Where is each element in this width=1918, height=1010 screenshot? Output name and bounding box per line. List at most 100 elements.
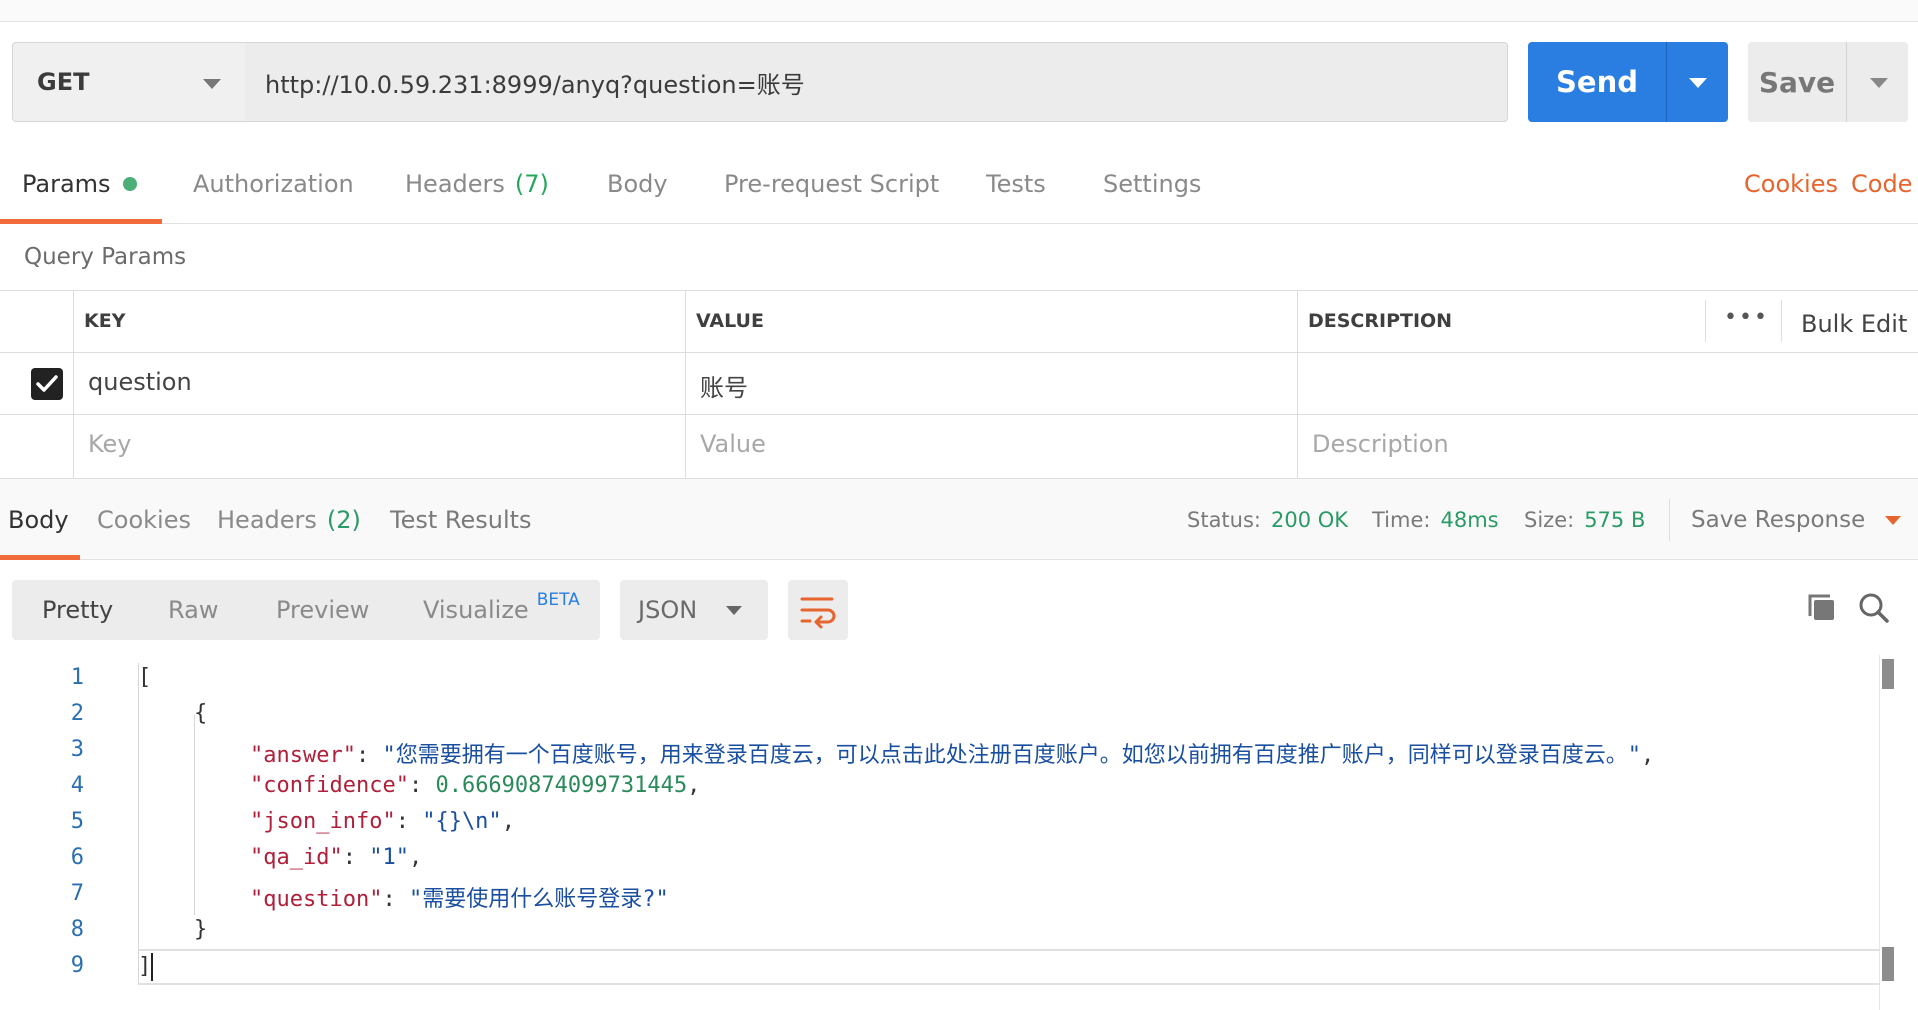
params-active-dot-icon <box>122 177 137 191</box>
tab-tests[interactable]: Tests <box>986 144 1046 224</box>
tab-pre-request-script[interactable]: Pre-request Script <box>724 144 939 224</box>
tab-headers-count: (7) <box>514 170 549 198</box>
editor-scrollbar-thumb[interactable] <box>1882 659 1894 689</box>
table-border-top <box>0 290 1918 291</box>
editor-scrollbar-thumb[interactable] <box>1882 947 1894 981</box>
active-tab-underline <box>0 219 162 224</box>
status-value: 200 OK <box>1271 508 1349 532</box>
response-headers-count: (2) <box>326 506 361 534</box>
query-params-title: Query Params <box>24 244 187 270</box>
code-line: { <box>194 701 207 726</box>
code-link[interactable]: Code <box>1851 144 1912 224</box>
method-select[interactable]: GET <box>12 42 246 122</box>
json-open-bracket: [ <box>138 665 152 690</box>
tab-settings[interactable]: Settings <box>1103 144 1201 224</box>
table-col-divider <box>1705 300 1706 342</box>
request-tabs: Params Authorization Headers (7) Body Pre… <box>0 144 1918 224</box>
new-description-input[interactable]: Description <box>1312 430 1449 458</box>
tab-settings-label: Settings <box>1103 170 1202 198</box>
line-number: 4 <box>70 773 84 798</box>
response-bar: Body Cookies Headers (2) Test Results Sta… <box>0 478 1918 560</box>
copy-button[interactable] <box>1804 590 1840 626</box>
json-string-value: "需要使用什么账号登录?" <box>408 887 669 912</box>
chevron-down-icon <box>1689 78 1707 88</box>
table-row-divider <box>0 414 1918 415</box>
save-label: Save <box>1758 65 1836 99</box>
window-top-strip <box>0 0 1918 22</box>
code-line: "confidence": 0.66690874099731445, <box>250 773 701 798</box>
wrap-lines-button[interactable] <box>788 580 848 640</box>
json-close-bracket: ] <box>138 954 152 979</box>
size-label: Size: <box>1524 508 1575 532</box>
text-cursor <box>151 953 154 981</box>
json-string-value: "1" <box>369 845 409 870</box>
code-line: [ <box>138 665 151 690</box>
json-open-brace: { <box>194 701 208 726</box>
current-line-highlight <box>138 949 1880 985</box>
view-visualize-button[interactable]: Visualize BETA <box>423 580 580 640</box>
response-tab-test-results[interactable]: Test Results <box>390 479 532 561</box>
param-enabled-checkbox[interactable] <box>31 368 63 400</box>
chevron-down-icon <box>1870 78 1888 88</box>
method-label: GET <box>37 68 90 96</box>
copy-icon <box>1808 594 1834 620</box>
save-button[interactable]: Save <box>1748 42 1908 122</box>
json-close-brace: } <box>194 917 208 942</box>
response-active-underline <box>0 555 80 560</box>
checkmark-icon <box>36 375 58 392</box>
response-tab-body[interactable]: Body <box>8 479 69 561</box>
json-key: "qa_id" <box>250 845 343 870</box>
time-readout: Time: 48ms <box>1372 479 1499 561</box>
send-dropdown[interactable] <box>1667 42 1728 122</box>
visualize-label: Visualize <box>423 596 529 624</box>
new-value-input[interactable]: Value <box>700 430 766 458</box>
param-key-cell[interactable]: question <box>88 368 192 396</box>
format-select[interactable]: JSON <box>620 580 768 640</box>
view-raw-button[interactable]: Raw <box>168 580 218 640</box>
format-label: JSON <box>638 596 698 624</box>
line-number: 8 <box>70 917 84 942</box>
tab-body[interactable]: Body <box>607 144 668 224</box>
json-string-value: "您需要拥有一个百度账号，用来登录百度云，可以点击此处注册百度账户。如您以前拥有… <box>382 743 1641 768</box>
chevron-down-icon <box>726 606 742 615</box>
search-button[interactable] <box>1856 590 1892 626</box>
code-line: "json_info": "{}\n", <box>250 809 515 834</box>
tab-params[interactable]: Params <box>22 144 137 224</box>
line-number: 5 <box>70 809 84 834</box>
params-table: KEY VALUE DESCRIPTION ••• Bulk Edit ques… <box>0 290 1918 478</box>
json-key: "confidence" <box>250 773 409 798</box>
url-input[interactable]: http://10.0.59.231:8999/anyq?question=账号 <box>245 42 1508 122</box>
save-divider <box>1846 42 1847 122</box>
more-options-icon[interactable]: ••• <box>1724 305 1769 330</box>
view-mode-group: Pretty Raw Preview Visualize BETA <box>12 580 600 640</box>
tab-authorization[interactable]: Authorization <box>193 144 354 224</box>
send-label: Send <box>1556 65 1638 99</box>
new-key-input[interactable]: Key <box>88 430 132 458</box>
status-label: Status: <box>1187 508 1261 532</box>
response-tab-cookies-label: Cookies <box>97 506 191 534</box>
bulk-edit-link[interactable]: Bulk Edit <box>1801 310 1907 338</box>
response-body-editor[interactable]: 1 2 3 4 5 6 7 8 9 [ { "answer": "您需要拥有一个… <box>0 655 1918 1010</box>
tab-headers[interactable]: Headers (7) <box>405 144 549 224</box>
code-line: "qa_id": "1", <box>250 845 423 870</box>
response-tab-headers-label: Headers <box>217 506 317 534</box>
json-number-value: 0.66690874099731445 <box>435 773 688 798</box>
tab-params-label: Params <box>22 170 111 198</box>
view-preview-button[interactable]: Preview <box>276 580 369 640</box>
column-header-key: KEY <box>84 310 126 332</box>
response-tab-headers[interactable]: Headers (2) <box>217 479 361 561</box>
view-pretty-button[interactable]: Pretty <box>42 580 113 640</box>
response-tab-cookies[interactable]: Cookies <box>97 479 191 561</box>
save-response-button[interactable]: Save Response <box>1691 479 1902 561</box>
code-line: "question": "需要使用什么账号登录?" <box>250 887 669 912</box>
json-key: "answer" <box>250 743 356 768</box>
param-value-cell[interactable]: 账号 <box>700 368 748 403</box>
size-value: 575 B <box>1584 508 1646 532</box>
json-key: "json_info" <box>250 809 396 834</box>
cookies-link[interactable]: Cookies <box>1744 144 1838 224</box>
table-col-divider <box>685 290 686 478</box>
beta-badge: BETA <box>536 590 580 610</box>
tab-headers-label: Headers <box>405 170 505 198</box>
send-button[interactable]: Send <box>1528 42 1728 122</box>
save-response-label: Save Response <box>1691 507 1866 533</box>
